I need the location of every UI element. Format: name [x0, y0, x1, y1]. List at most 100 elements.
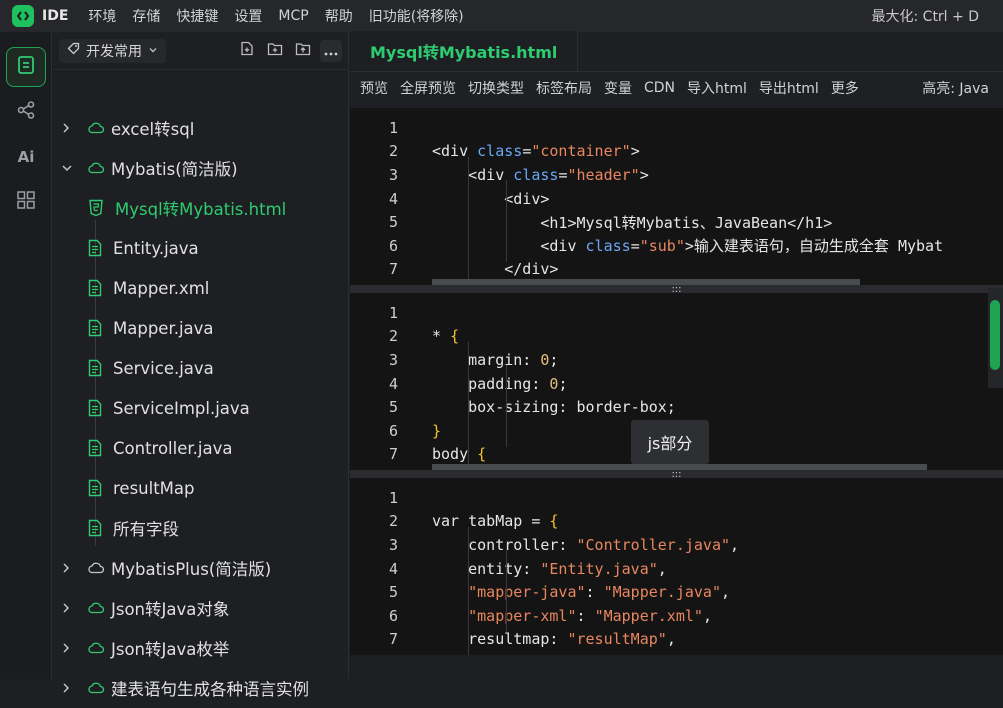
code-line: 2 var tabMap = { — [350, 510, 1003, 534]
menu-help[interactable]: 帮助 — [325, 6, 353, 26]
cdn-button[interactable]: CDN — [644, 80, 675, 96]
chevron-right-icon — [61, 122, 75, 134]
pane-splitter-1[interactable]: ::: — [350, 284, 1003, 295]
new-folder-button[interactable] — [264, 40, 286, 62]
new-file-icon — [240, 41, 254, 60]
chevron-right-icon — [61, 562, 75, 574]
maximize-hint: 最大化: Ctrl + D — [871, 9, 980, 25]
tree-file-mapper-java[interactable]: Mapper.java — [53, 308, 349, 348]
editor-area: Mysql转Mybatis.html 预览 全屏预览 切换类型 标签布局 变量 … — [350, 31, 1003, 679]
code-line: 3 <div class="header"> — [350, 163, 1003, 187]
more-icon — [324, 41, 338, 60]
code-line: 4 padding: 0; — [350, 372, 1003, 396]
apps-button[interactable] — [6, 182, 46, 222]
tree-file-controller-java[interactable]: Controller.java — [53, 428, 349, 468]
code-text: <div class="sub">输入建表语句，自动生成全套 Mybat — [432, 237, 944, 256]
export-html-button[interactable]: 导出html — [759, 78, 819, 98]
grid-icon — [16, 190, 36, 214]
app-logo-icon — [12, 5, 34, 27]
tree-label: Mybatis(简洁版) — [111, 160, 238, 179]
activity-bar: Ai — [0, 32, 52, 679]
tag-icon — [67, 42, 80, 59]
upload-folder-icon — [295, 41, 311, 60]
switch-type-button[interactable]: 切换类型 — [468, 78, 524, 98]
new-file-button[interactable] — [236, 40, 258, 62]
code-text: } — [432, 421, 442, 440]
tree-file-serviceimpl-java[interactable]: ServiceImpl.java — [53, 388, 349, 428]
tree-label: Controller.java — [113, 438, 233, 458]
menu-legacy[interactable]: 旧功能(将移除) — [369, 6, 464, 26]
cloud-icon — [87, 642, 105, 654]
menu-storage[interactable]: 存储 — [132, 6, 160, 26]
share-icon — [16, 100, 36, 124]
chevron-right-icon — [61, 642, 75, 654]
indent-guide — [468, 527, 469, 655]
file-icon — [88, 239, 102, 257]
import-html-button[interactable]: 导入html — [687, 78, 747, 98]
code-line: 6 <div class="sub">输入建表语句，自动生成全套 Mybat — [350, 234, 1003, 258]
line-number: 6 — [388, 236, 398, 255]
html-code-pane[interactable]: 1 2 <div class="container"> 3 <div class="h… — [350, 108, 1003, 285]
menu-shortcuts[interactable]: 快捷键 — [176, 6, 218, 26]
tab-mysql-to-mybatis[interactable]: Mysql转Mybatis.html — [350, 31, 579, 71]
code-line: 3 controller: "Controller.java", — [350, 533, 1003, 557]
code-text: * { — [432, 327, 460, 346]
cloud-icon — [87, 162, 105, 174]
tree-folder-json-to-java-object[interactable]: Json转Java对象 — [53, 588, 349, 628]
pane-splitter-2[interactable]: ::: — [350, 469, 1003, 480]
file-icon — [88, 279, 102, 297]
tree-file-mysql-to-mybatis-html[interactable]: Mysql转Mybatis.html — [53, 188, 349, 228]
app-name: IDE — [42, 8, 69, 24]
tree-file-service-java[interactable]: Service.java — [53, 348, 349, 388]
tree-label: excel转sql — [111, 120, 195, 139]
code-line: 7 </div> — [350, 258, 1003, 282]
line-number: 2 — [388, 327, 398, 346]
variables-button[interactable]: 变量 — [604, 78, 632, 98]
preview-button[interactable]: 预览 — [360, 78, 388, 98]
vertical-scrollbar-thumb[interactable] — [990, 300, 1000, 370]
explorer-button[interactable] — [6, 47, 46, 87]
tree-folder-ddl-generator[interactable]: 建表语句生成各种语言实例 — [53, 668, 349, 708]
sidebar: 开发常用 excel转sql Mybatis(简洁版) Mysql转Mybati… — [53, 32, 349, 699]
code-line: 2 <div class="container"> — [350, 140, 1003, 164]
menu-mcp[interactable]: MCP — [278, 8, 308, 24]
code-text: </div> — [432, 260, 559, 279]
code-text: padding: 0; — [432, 374, 568, 393]
menu-settings[interactable]: 设置 — [234, 6, 262, 26]
upload-button[interactable] — [292, 40, 314, 62]
tree-label: ServiceImpl.java — [113, 398, 250, 418]
line-number: 3 — [388, 350, 398, 369]
tree-folder-json-to-java-enum[interactable]: Json转Java枚举 — [53, 628, 349, 668]
tree-file-mapper-xml[interactable]: Mapper.xml — [53, 268, 349, 308]
code-text: var tabMap = { — [432, 512, 559, 531]
tree-folder-excel-to-sql[interactable]: excel转sql — [53, 108, 349, 148]
tree-folder-mybatis-simple[interactable]: Mybatis(简洁版) — [53, 148, 349, 188]
html-file-icon — [88, 199, 104, 217]
indent-guide — [468, 157, 469, 285]
tree-label: 所有字段 — [113, 520, 179, 539]
ai-button[interactable]: Ai — [6, 137, 46, 177]
code-text: <div class="header"> — [432, 165, 649, 184]
cloud-icon — [87, 682, 105, 694]
fullscreen-preview-button[interactable]: 全屏预览 — [400, 78, 456, 98]
line-number: 1 — [388, 488, 398, 507]
highlight-language[interactable]: 高亮: Java — [922, 78, 989, 98]
line-number: 6 — [388, 421, 398, 440]
tree-file-resultmap[interactable]: resultMap — [53, 468, 349, 508]
code-text: body { — [432, 445, 487, 464]
tree-file-all-fields[interactable]: 所有字段 — [53, 508, 349, 548]
line-number: 4 — [388, 189, 398, 208]
tree-folder-mybatisplus-simple[interactable]: MybatisPlus(简洁版) — [53, 548, 349, 588]
code-line: 1 — [350, 301, 1003, 325]
line-number: 7 — [388, 445, 398, 464]
tree-file-entity-java[interactable]: Entity.java — [53, 228, 349, 268]
chevron-down-icon — [148, 43, 158, 59]
tree-label: resultMap — [113, 478, 195, 498]
workspace-select[interactable]: 开发常用 — [59, 38, 166, 63]
js-code-pane[interactable]: 1 2 var tabMap = {3 controller: "Controlle… — [350, 478, 1003, 655]
tab-layout-button[interactable]: 标签布局 — [536, 78, 592, 98]
menu-environment[interactable]: 环境 — [88, 6, 116, 26]
more-button[interactable] — [320, 39, 342, 62]
more-actions-button[interactable]: 更多 — [831, 78, 859, 98]
share-button[interactable] — [6, 92, 46, 132]
